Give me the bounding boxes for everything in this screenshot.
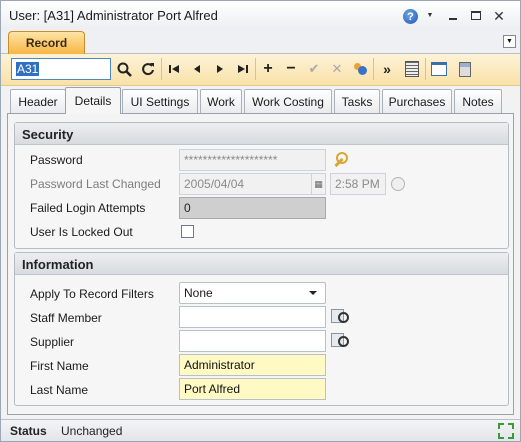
add-icon[interactable]: + [259,60,277,78]
clock-icon[interactable] [391,177,405,191]
users-icon[interactable] [351,60,369,78]
locked-out-checkbox[interactable] [181,225,194,238]
last-name-label: Last Name [30,383,89,397]
toolbar-divider [255,58,256,80]
previous-record-icon[interactable] [188,60,206,78]
calculator-icon[interactable] [456,60,474,78]
tab-notes[interactable]: Notes [454,89,502,113]
record-ribbon-tab[interactable]: Record [8,31,85,54]
toolbar-divider [373,58,374,80]
apply-filters-value: None [184,286,213,300]
key-icon[interactable] [331,151,349,169]
supplier-label: Supplier [30,335,75,349]
user-record-window: User: [A31] Administrator Port Alfred ? … [0,0,521,442]
title-bar: User: [A31] Administrator Port Alfred ? … [1,1,520,30]
minimize-icon [449,17,457,20]
password-field[interactable]: ******************** [179,149,326,171]
notes-icon[interactable] [403,60,421,78]
last-record-icon[interactable] [234,60,252,78]
refresh-icon[interactable] [139,60,157,78]
detail-tabs: Header Details UI Settings Work Work Cos… [1,86,520,114]
panel-menu-button[interactable]: ▼ [503,35,516,48]
tab-purchases[interactable]: Purchases [382,89,452,113]
password-last-changed-date[interactable]: 2005/04/04 ▦ [179,173,326,195]
information-heading: Information [15,253,508,275]
record-code-input[interactable]: A31 [11,58,111,80]
chevron-down-icon [309,291,317,295]
help-icon[interactable]: ? [403,9,418,24]
status-label: Status [10,424,47,438]
search-icon[interactable] [115,60,133,78]
resize-grip-icon[interactable] [498,423,514,439]
tab-ui-settings[interactable]: UI Settings [122,89,198,113]
record-code-value: A31 [16,62,40,76]
password-last-changed-label: Password Last Changed [30,177,161,191]
failed-login-field: 0 [179,197,326,219]
toolbar-divider [425,58,426,80]
next-record-icon[interactable] [211,60,229,78]
status-bar: Status Unchanged [1,419,520,441]
first-name-field[interactable]: Administrator [179,354,326,376]
maximize-button[interactable] [468,8,484,23]
supplier-lookup-icon[interactable] [329,331,349,349]
apply-filters-select[interactable]: None [179,282,326,304]
window-title: User: [A31] Administrator Port Alfred [9,8,218,23]
security-heading: Security [15,123,508,145]
more-icon[interactable]: » [378,60,396,78]
security-section: Security Password ******************** P… [14,122,509,249]
remove-icon[interactable]: − [282,60,300,78]
record-toolbar: A31 + − ✔ ✕ » [1,54,520,86]
toolbar-divider [161,58,162,80]
information-section: Information Apply To Record Filters None… [14,252,509,406]
first-name-label: First Name [30,359,89,373]
minimize-button[interactable] [445,8,461,23]
ribbon-tab-strip: Record ▼ [1,30,520,54]
locked-out-label: User Is Locked Out [30,225,133,239]
calendar-icon[interactable]: ▦ [311,174,325,194]
staff-lookup-icon[interactable] [329,307,349,325]
help-dropdown-icon[interactable]: ▼ [422,8,438,23]
tab-details[interactable]: Details [65,87,121,114]
password-last-changed-date-value: 2005/04/04 [184,177,245,191]
details-panel: Security Password ******************** P… [7,114,514,415]
tab-tasks[interactable]: Tasks [334,89,380,113]
staff-member-label: Staff Member [30,311,102,325]
failed-login-label: Failed Login Attempts [30,201,146,215]
window-icon[interactable] [430,60,448,78]
staff-member-field[interactable] [179,306,326,328]
first-record-icon[interactable] [165,60,183,78]
tab-work[interactable]: Work [200,89,242,113]
tab-header[interactable]: Header [10,89,66,113]
maximize-icon [471,11,481,20]
status-value: Unchanged [61,424,123,438]
save-icon[interactable]: ✔ [305,60,323,78]
tab-work-costing[interactable]: Work Costing [244,89,332,113]
close-icon: ✕ [493,7,505,24]
last-name-field[interactable]: Port Alfred [179,378,326,400]
close-button[interactable]: ✕ [491,8,507,23]
cancel-icon[interactable]: ✕ [328,60,346,78]
supplier-field[interactable] [179,330,326,352]
password-label: Password [30,153,83,167]
password-last-changed-time[interactable]: 2:58 PM [330,173,386,195]
apply-filters-label: Apply To Record Filters [30,287,154,301]
